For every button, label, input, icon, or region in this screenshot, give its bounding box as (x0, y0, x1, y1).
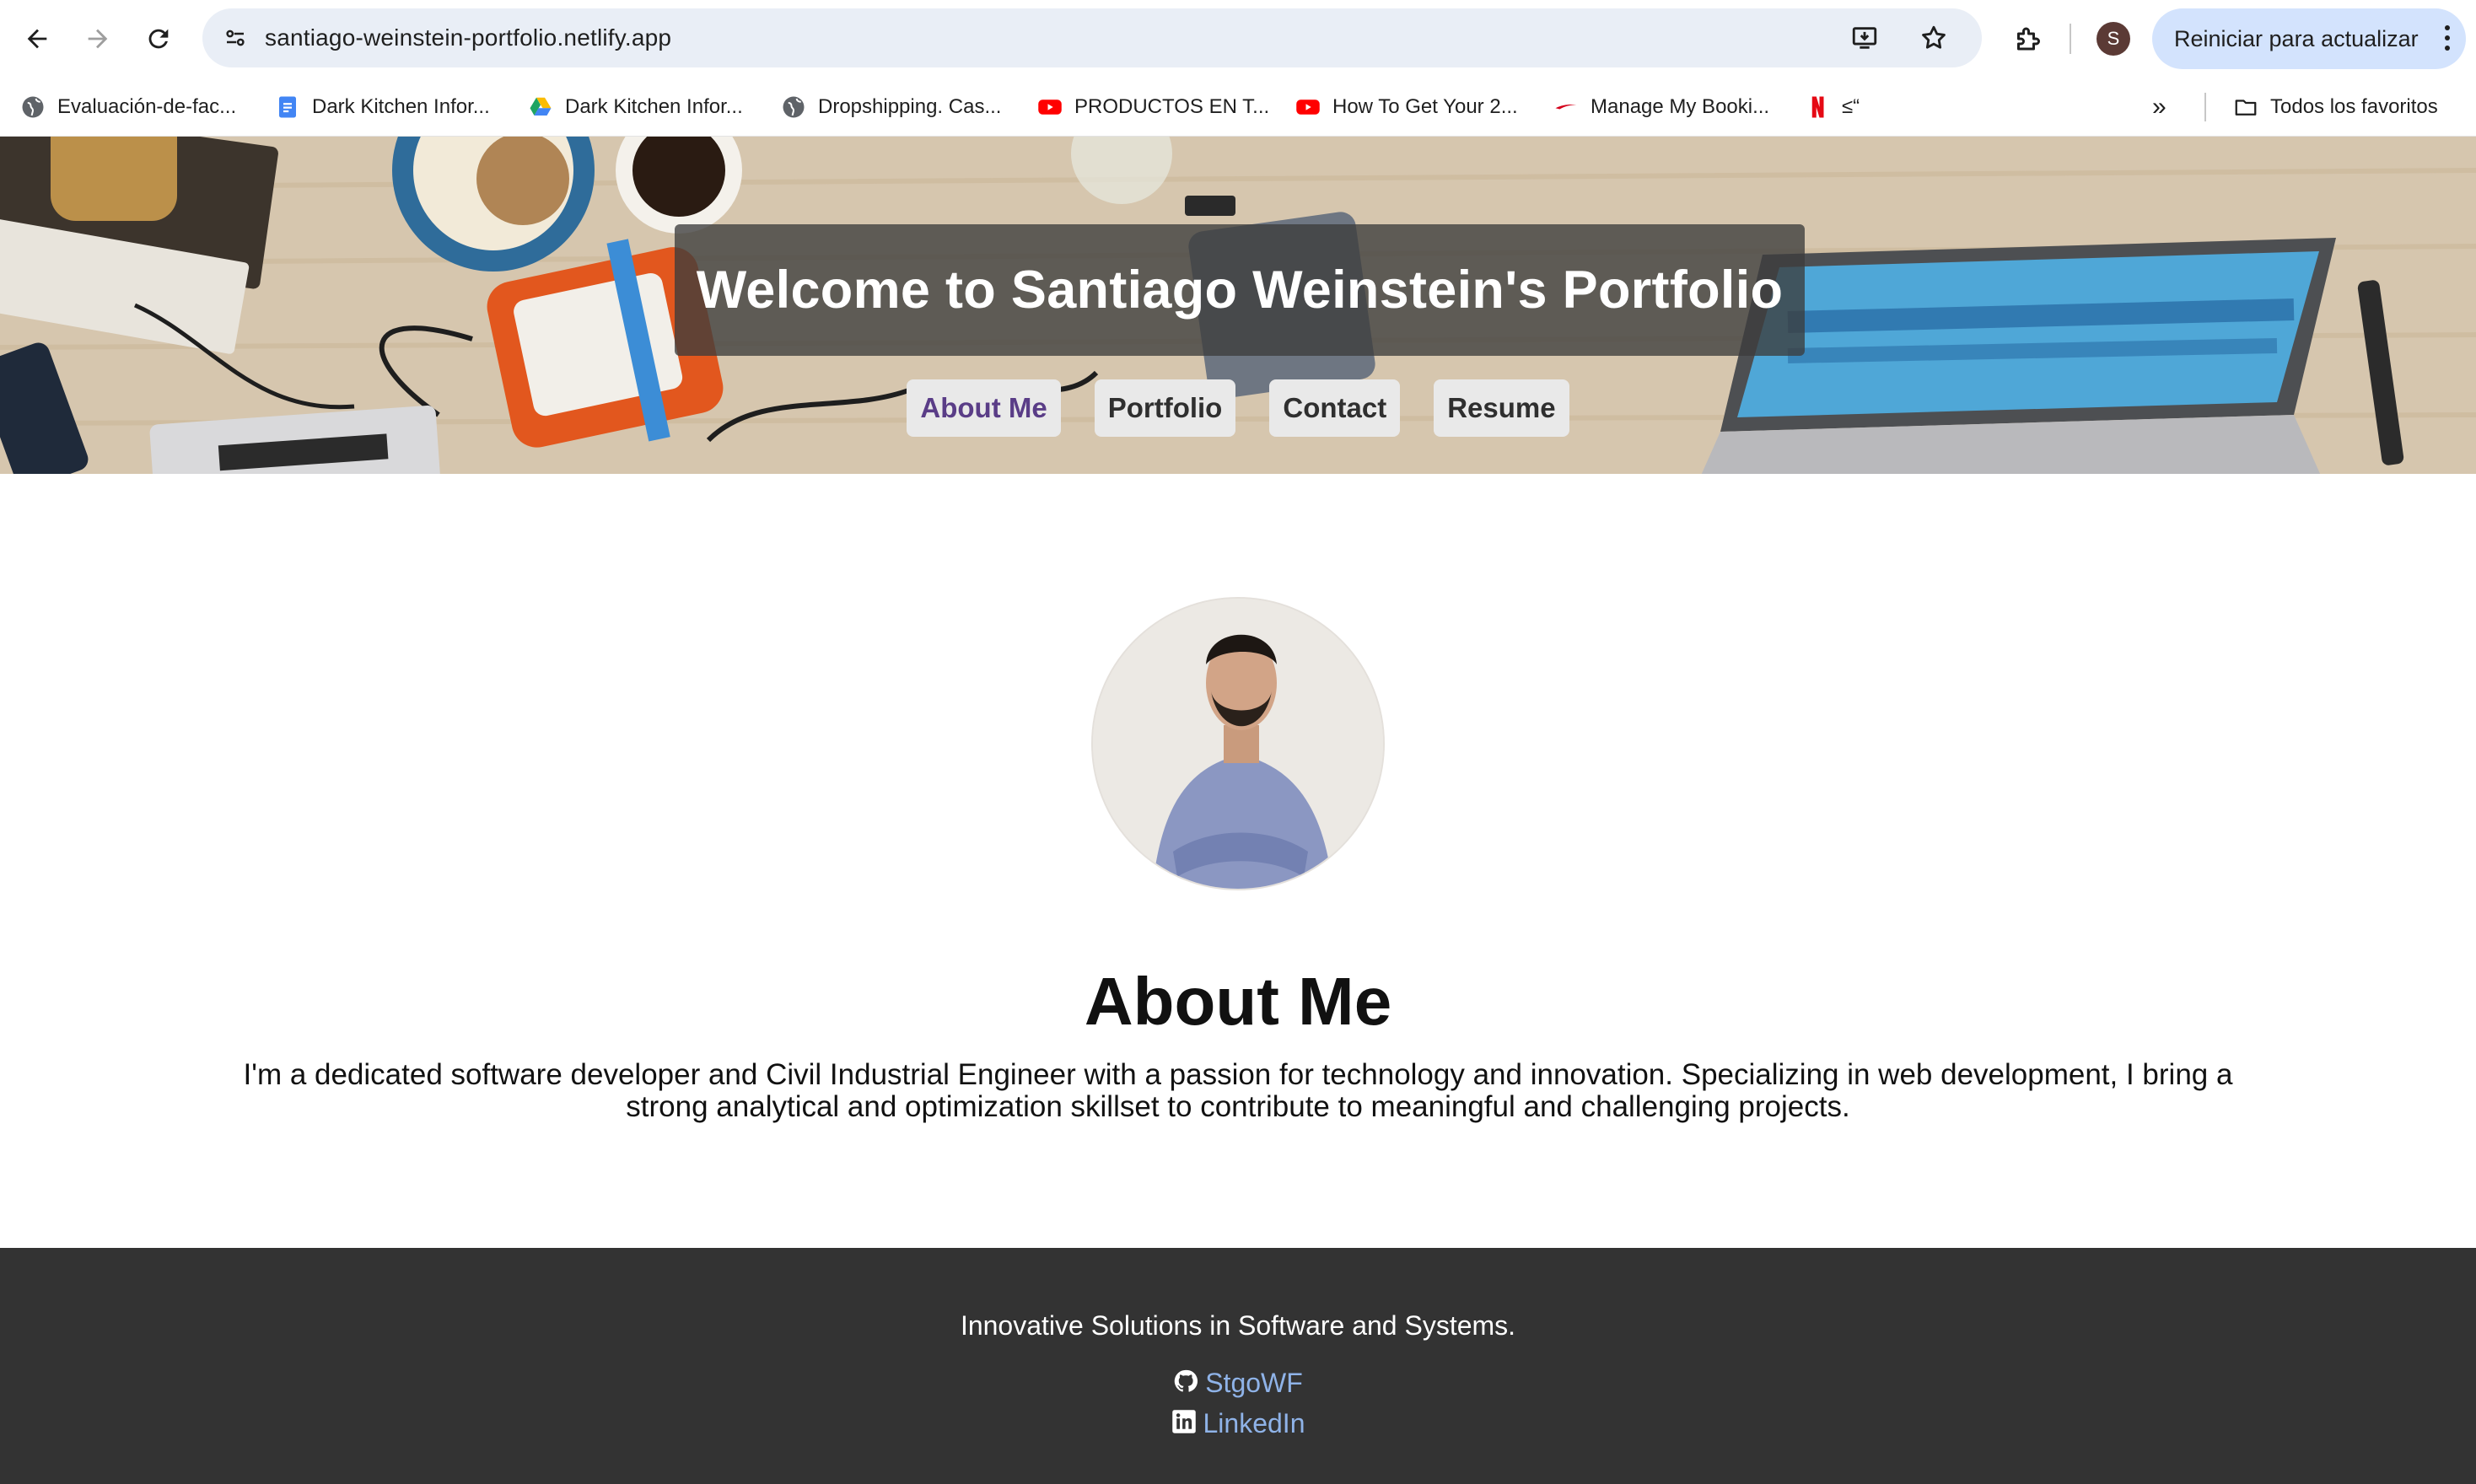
arrow-left-icon (27, 29, 47, 49)
about-heading: About Me (1084, 964, 1392, 1039)
browser-toolbar: santiago-weinstein-portfolio.netlify.app… (0, 0, 2476, 78)
install-app-button[interactable] (1845, 19, 1884, 57)
footer: Innovative Solutions in Software and Sys… (0, 1248, 2476, 1484)
linkedin-link-label: LinkedIn (1203, 1408, 1305, 1438)
star-icon (1922, 25, 1946, 49)
forward-button[interactable] (74, 15, 121, 62)
footer-tagline: Innovative Solutions in Software and Sys… (960, 1310, 1516, 1341)
airline-icon (1553, 94, 1579, 120)
tune-icon (226, 30, 245, 46)
google-docs-icon (275, 94, 300, 120)
install-icon (1852, 27, 1877, 49)
youtube-icon (1295, 94, 1321, 120)
bookmark-label: How To Get Your 2... (1332, 95, 1518, 118)
bookmarks-overflow-button[interactable]: » (2152, 89, 2186, 125)
bookmark-label: Dark Kitchen Infor... (565, 95, 743, 118)
bookmark-star-button[interactable] (1914, 19, 1953, 57)
hero-header: Welcome to Santiago Weinstein's Portfoli… (0, 137, 2476, 474)
globe-icon (20, 94, 46, 120)
youtube-icon (1037, 94, 1063, 120)
main-nav: About Me Portfolio Contact Resume (0, 379, 2476, 437)
profile-avatar[interactable]: S (2097, 22, 2130, 56)
bookmarks-bar: Evaluación-de-fac... Dark Kitchen Infor.… (0, 78, 2476, 137)
toolbar-divider (2070, 24, 2071, 54)
linkedin-link[interactable]: LinkedIn (0, 1408, 2476, 1439)
bookmark-item[interactable]: Dark Kitchen Infor... (275, 89, 490, 125)
bookmark-label: ≤“ (1842, 95, 1860, 118)
google-drive-icon (528, 94, 553, 120)
reload-button[interactable] (135, 15, 182, 62)
bookmark-label: Dark Kitchen Infor... (312, 95, 490, 118)
all-bookmarks-folder[interactable]: Todos los favoritos (2233, 89, 2438, 125)
profile-photo (1091, 597, 1385, 890)
address-bar[interactable]: santiago-weinstein-portfolio.netlify.app (202, 8, 1982, 67)
bookmarks-divider (2204, 93, 2206, 121)
bookmark-item[interactable]: How To Get Your 2... (1295, 89, 1518, 125)
nav-link-resume[interactable]: Resume (1434, 379, 1569, 437)
folder-icon (2233, 94, 2258, 120)
github-icon (1173, 1368, 1198, 1394)
update-button[interactable]: Reiniciar para actualizar (2152, 8, 2466, 69)
back-button[interactable] (13, 15, 61, 62)
extensions-button[interactable] (2007, 19, 2048, 59)
github-link[interactable]: StgoWF (0, 1368, 2476, 1399)
site-info-button[interactable] (216, 19, 255, 57)
linkedin-icon (1171, 1409, 1197, 1434)
update-button-label: Reiniciar para actualizar (2174, 26, 2419, 51)
page-title: Welcome to Santiago Weinstein's Portfoli… (675, 224, 1805, 356)
bookmark-item[interactable]: Dark Kitchen Infor... (528, 89, 743, 125)
about-section: About Me I'm a dedicated software develo… (0, 474, 2476, 1248)
netflix-icon (1805, 94, 1830, 120)
nav-link-about-me[interactable]: About Me (907, 379, 1061, 437)
bookmark-label: Evaluación-de-fac... (57, 95, 237, 118)
bookmark-item[interactable]: Evaluación-de-fac... (20, 89, 236, 125)
about-description: I'm a dedicated software developer and C… (243, 1058, 2233, 1123)
bookmark-item[interactable]: Dropshipping. Cas... (781, 89, 1001, 125)
bookmark-label: Dropshipping. Cas... (818, 95, 1002, 118)
reload-icon (148, 29, 169, 49)
nav-link-contact[interactable]: Contact (1269, 379, 1401, 437)
github-link-label: StgoWF (1205, 1368, 1303, 1398)
nav-link-portfolio[interactable]: Portfolio (1094, 379, 1236, 437)
all-bookmarks-label: Todos los favoritos (2270, 95, 2438, 118)
url-text[interactable]: santiago-weinstein-portfolio.netlify.app (265, 8, 671, 67)
globe-icon (781, 94, 806, 120)
bookmark-item[interactable]: PRODUCTOS EN T... (1037, 89, 1269, 125)
bookmark-item[interactable]: ≤“ (1805, 89, 1860, 125)
arrow-right-icon (88, 29, 108, 49)
kebab-menu-icon[interactable] (2444, 25, 2451, 52)
puzzle-icon (2017, 27, 2040, 51)
bookmark-item[interactable]: Manage My Booki... (1553, 89, 1769, 125)
bookmark-label: Manage My Booki... (1591, 95, 1770, 118)
bookmark-label: PRODUCTOS EN T... (1074, 95, 1270, 118)
